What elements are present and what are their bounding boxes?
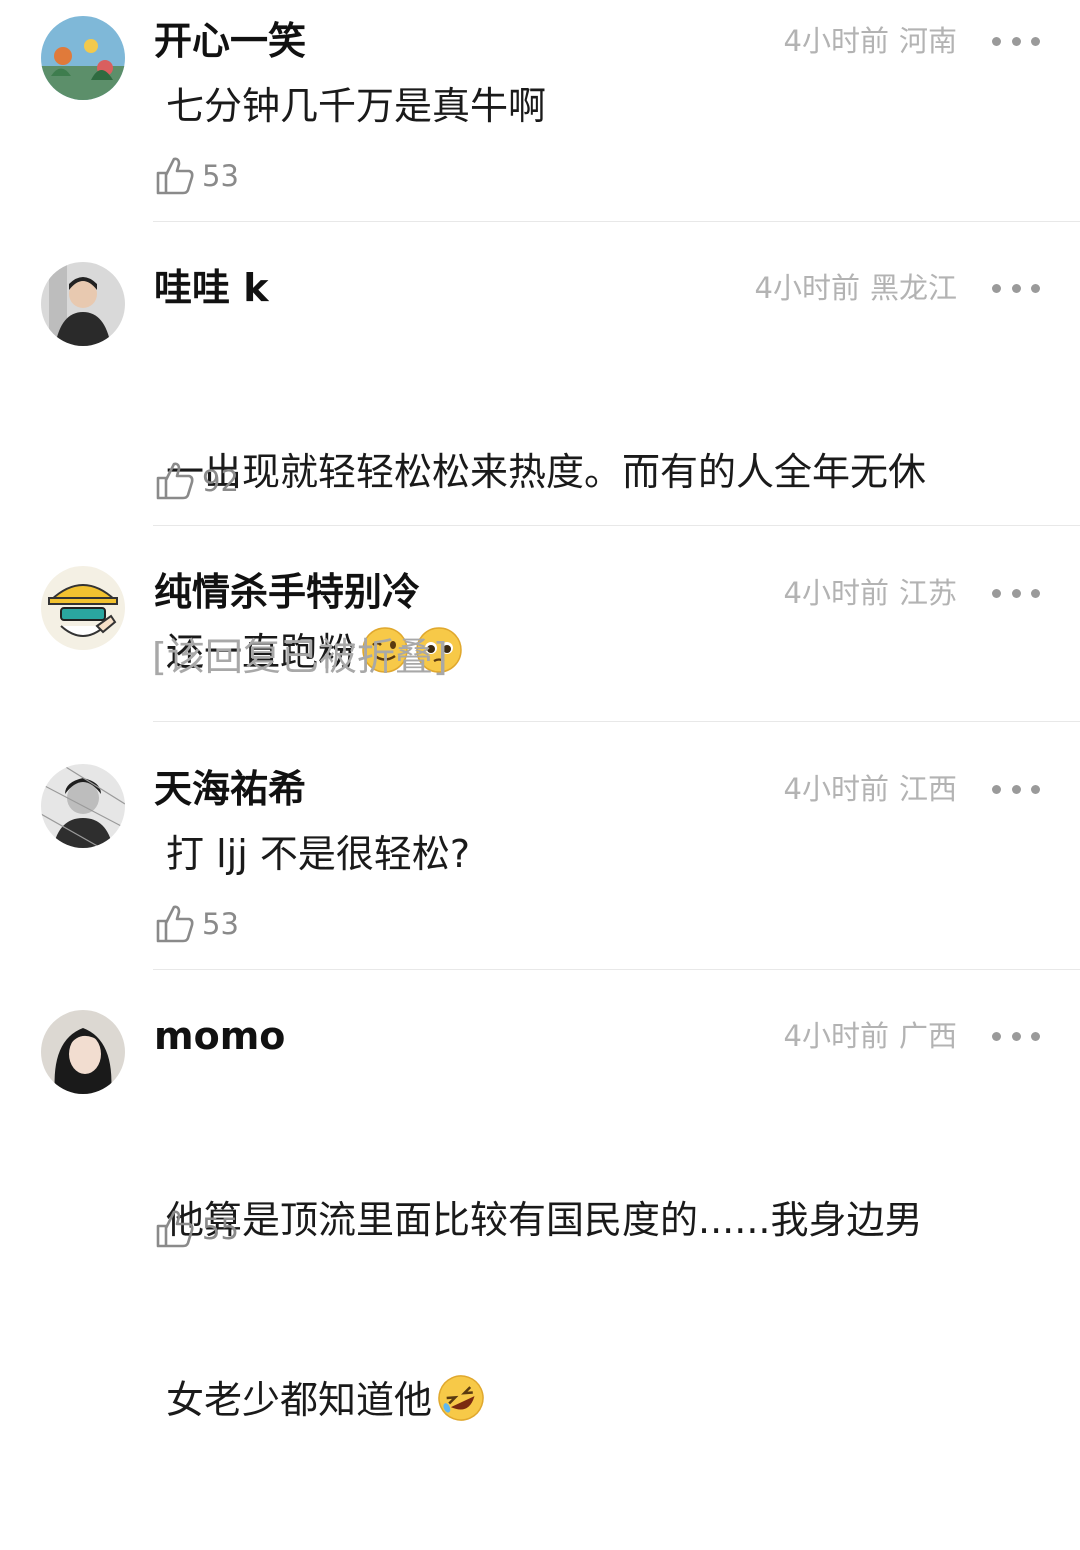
rolling-on-floor-laughing-emoji-icon bbox=[436, 1373, 486, 1423]
more-options-icon[interactable] bbox=[992, 1018, 1040, 1054]
comment-text-line-part: 女老少都知道他 bbox=[166, 1378, 433, 1422]
comment-time: 4小时前 bbox=[783, 1019, 889, 1053]
comment-text: 他算是顶流里面比较有国民度的......我身边男 女老少都知道他 bbox=[166, 1070, 1026, 1550]
comment-location: 广西 bbox=[898, 1019, 957, 1053]
comment-text-line: 他算是顶流里面比较有国民度的......我身边男 bbox=[166, 1198, 923, 1242]
comment-item: momo 4小时前 广西 他算是顶流里面比较有国民度的......我身边男 女老少… bbox=[0, 0, 1080, 1422]
like-button[interactable]: 55 bbox=[154, 1206, 239, 1252]
portrait-avatar-image bbox=[41, 1010, 125, 1094]
username[interactable]: momo bbox=[154, 1014, 285, 1058]
avatar[interactable] bbox=[41, 1010, 125, 1094]
comment-text-line: 女老少都知道他 bbox=[166, 1370, 1026, 1430]
thumbs-up-icon bbox=[154, 1208, 196, 1250]
comment-meta: 4小时前 广西 bbox=[784, 1018, 957, 1054]
